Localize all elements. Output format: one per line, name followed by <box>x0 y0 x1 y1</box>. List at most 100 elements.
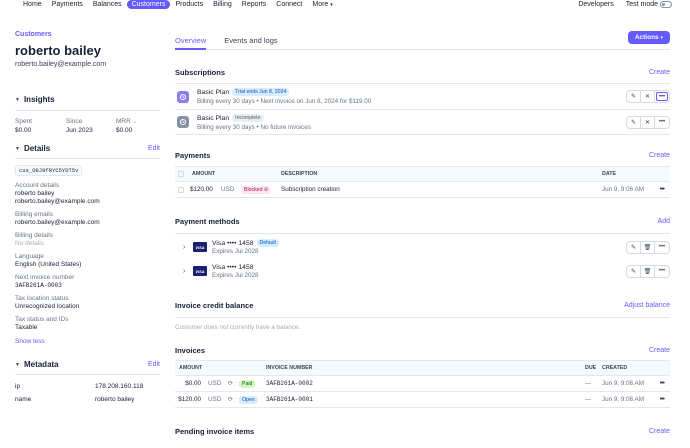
more-dots-icon[interactable]: ••• <box>655 266 669 277</box>
edit-pencil-icon[interactable]: ✎ <box>627 265 641 277</box>
insights-header[interactable]: ▼ Insights <box>15 95 160 104</box>
invoices-create-link[interactable]: Create <box>649 347 670 354</box>
nav-home[interactable]: Home <box>18 0 47 9</box>
chevron-right-icon[interactable]: › <box>183 244 193 251</box>
customer-name: roberto bailey <box>15 43 101 58</box>
payments-create-link[interactable]: Create <box>649 152 670 159</box>
subscription-desc: Billing every 30 days • No future invoic… <box>197 123 311 131</box>
table-row[interactable]: $0.00 USD ⟳ Paid 3AFB261A-0002 — Jun 9, … <box>175 376 670 392</box>
col-due: DUE <box>585 365 597 371</box>
pending-items-create-link[interactable]: Create <box>649 428 670 435</box>
subscription-row[interactable]: Basic Plan Trial ends Jun 8, 2024 Billing… <box>175 83 670 109</box>
test-mode-toggle[interactable]: Test mode <box>626 0 672 9</box>
trash-icon[interactable]: 🗑 <box>641 265 655 277</box>
more-dots-icon[interactable]: ••• <box>660 186 665 193</box>
col-description: DESCRIPTION <box>281 171 318 177</box>
subscription-info: Basic Plan Trial ends Jun 8, 2024 Billing… <box>197 88 371 105</box>
subscriptions-create-link[interactable]: Create <box>649 69 670 76</box>
adjust-balance-link[interactable]: Adjust balance <box>624 302 670 309</box>
chevron-right-icon[interactable]: › <box>183 268 193 275</box>
nav-connect[interactable]: Connect <box>271 0 307 9</box>
edit-pencil-icon[interactable]: ✎ <box>627 116 641 128</box>
details-edit-link[interactable]: Edit <box>148 145 160 152</box>
col-date: DATE <box>602 171 617 177</box>
more-dots-icon[interactable]: ••• <box>655 91 669 102</box>
invoice-number: 3AFB261A-0001 <box>266 396 313 403</box>
customer-id-chip[interactable]: cus_O8J9fRYC5YDT5v <box>15 165 83 176</box>
more-dots-icon[interactable]: ••• <box>655 242 669 253</box>
select-all-checkbox[interactable] <box>178 171 184 177</box>
more-dots-icon[interactable]: ••• <box>660 380 665 387</box>
edit-pencil-icon[interactable]: ✎ <box>627 91 641 102</box>
recurring-icon: ⟳ <box>228 397 234 403</box>
actions-button[interactable]: Actions ▾ <box>627 31 670 44</box>
caret-down-icon: ▼ <box>15 96 20 103</box>
detail-tax-status: Tax status and IDs Taxable <box>15 316 160 331</box>
table-row[interactable]: $120.00 USD ⟳ Open 3AFB261A-0001 — Jun 9… <box>175 392 670 408</box>
nav-reports[interactable]: Reports <box>237 0 272 9</box>
tab-events-logs[interactable]: Events and logs <box>224 31 277 49</box>
nav-billing[interactable]: Billing <box>208 0 237 9</box>
detail-label: Tax location status <box>15 295 69 302</box>
payment-date: Jun 9, 9:06 AM <box>602 186 645 193</box>
invoice-amount: $120.00 <box>178 396 201 403</box>
row-checkbox[interactable] <box>178 186 184 193</box>
nav-more[interactable]: More ▾ <box>307 0 337 10</box>
detail-label: Billing details <box>15 232 53 239</box>
metadata-title: Metadata <box>23 360 59 369</box>
nav-products[interactable]: Products <box>170 0 208 9</box>
card-label: Visa •••• 1458 <box>212 263 254 271</box>
nav-more-label: More <box>312 0 329 8</box>
status-badge: Open <box>239 395 258 404</box>
more-dots-icon[interactable]: ••• <box>655 117 669 128</box>
edit-pencil-icon[interactable]: ✎ <box>627 241 641 253</box>
payment-method-row[interactable]: › VISA Visa •••• 1458 Expires Jul 2028 ✎… <box>175 259 670 283</box>
subscription-actions: ✎ ✕ ••• <box>626 115 670 129</box>
col-invoice-number: INVOICE NUMBER <box>266 365 313 371</box>
divider <box>15 374 160 375</box>
top-navigation: Home Payments Balances Customers Product… <box>0 0 690 9</box>
invoice-amount: $0.00 <box>185 380 201 387</box>
subscription-info: Basic Plan Incomplete Billing every 30 da… <box>197 113 311 131</box>
payments-header: Payments Create <box>175 151 670 160</box>
divider <box>15 110 160 111</box>
divider <box>15 158 160 159</box>
payment-method-row[interactable]: › VISA Visa •••• 1458 Default Expires Jul… <box>175 235 670 259</box>
nav-balances[interactable]: Balances <box>88 0 127 9</box>
card-info: Visa •••• 1458 Default Expires Jul 2028 <box>212 239 279 255</box>
visa-card-icon: VISA <box>193 266 207 276</box>
breadcrumb-customers[interactable]: Customers <box>15 31 160 38</box>
subscription-row[interactable]: Basic Plan Incomplete Billing every 30 da… <box>175 109 670 135</box>
add-payment-method-link[interactable]: Add <box>658 218 670 225</box>
insights-title: Insights <box>23 95 55 104</box>
trash-icon[interactable]: 🗑 <box>641 241 655 253</box>
developers-link[interactable]: Developers <box>578 0 613 9</box>
card-actions: ✎ 🗑 ••• <box>626 240 670 254</box>
col-created: CREATED <box>602 365 628 371</box>
insight-mrr[interactable]: MRR ⌄ $0.00 <box>116 118 137 134</box>
nav-customers[interactable]: Customers <box>126 0 171 9</box>
invoices-table-header: AMOUNT INVOICE NUMBER DUE CREATED <box>175 360 670 376</box>
payments-title: Payments <box>175 151 211 160</box>
metadata-edit-link[interactable]: Edit <box>148 361 160 368</box>
details-header[interactable]: ▼ Details Edit <box>15 144 160 153</box>
more-dots-icon[interactable]: ••• <box>660 396 665 403</box>
main-nav: Home Payments Balances Customers Product… <box>18 0 338 10</box>
show-less-link[interactable]: Show less <box>15 338 160 345</box>
col-amount: AMOUNT <box>179 365 203 371</box>
insight-mrr-label: MRR <box>116 118 131 125</box>
cancel-x-icon[interactable]: ✕ <box>641 116 655 128</box>
customer-id-row: cus_O8J9fRYC5YDT5v <box>15 165 160 176</box>
metadata-header[interactable]: ▼ Metadata Edit <box>15 360 160 369</box>
subscription-icon <box>177 116 189 128</box>
pending-items-title: Pending invoice items <box>175 427 255 436</box>
customer-main: Overview Events and logs Actions ▾ Subsc… <box>175 31 670 436</box>
nav-payments[interactable]: Payments <box>47 0 88 9</box>
invoice-currency: USD <box>208 396 222 403</box>
credit-balance-title: Invoice credit balance <box>175 301 254 310</box>
tab-overview[interactable]: Overview <box>175 31 207 50</box>
detail-label: Tax status and IDs <box>15 316 69 323</box>
payment-methods-header: Payment methods Add <box>175 217 670 226</box>
table-row[interactable]: $120.00 USD Blocked ⊘ Subscription creat… <box>175 182 670 198</box>
cancel-x-icon[interactable]: ✕ <box>641 91 655 102</box>
